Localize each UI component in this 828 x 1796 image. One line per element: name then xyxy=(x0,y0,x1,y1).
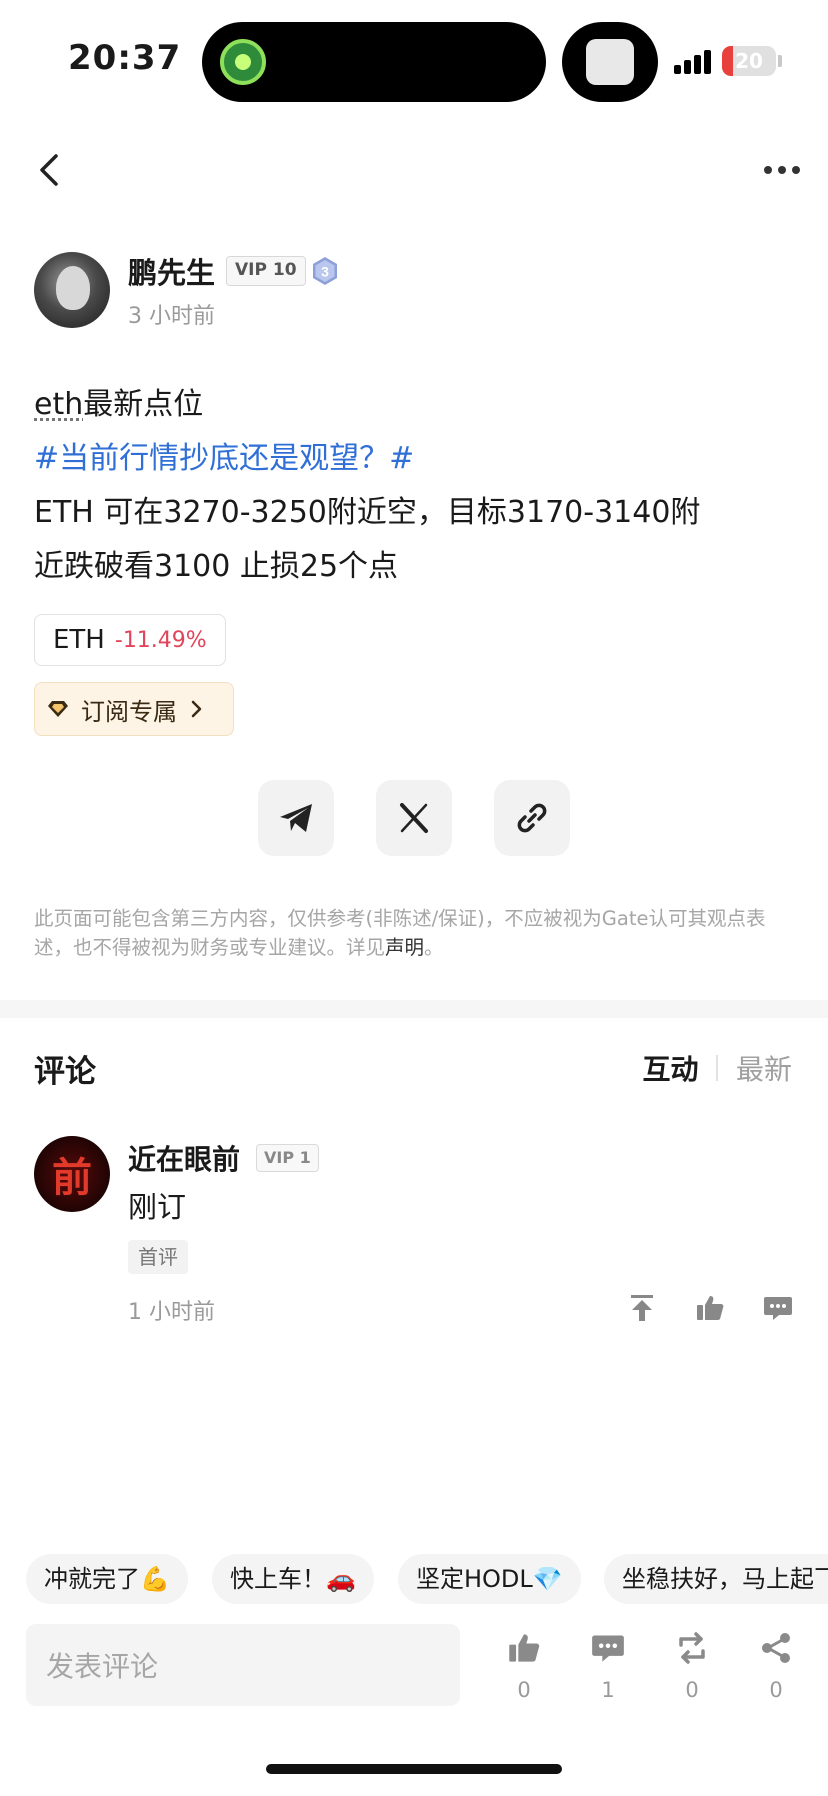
share-telegram-button[interactable] xyxy=(258,780,334,856)
quick-reply-chip[interactable]: 坐稳扶好，马上起飞 xyxy=(604,1554,828,1604)
like-count: 0 xyxy=(517,1678,531,1702)
commenter-vip-badge: VIP 1 xyxy=(256,1144,319,1172)
share-x-button[interactable] xyxy=(376,780,452,856)
comments-title: 评论 xyxy=(34,1054,96,1090)
diamond-icon xyxy=(48,701,68,717)
first-comment-tag: 首评 xyxy=(128,1240,188,1274)
tab-interactive[interactable]: 互动 xyxy=(642,1048,698,1088)
comment-text: 刚订 xyxy=(128,1190,187,1224)
repost-button[interactable]: 0 xyxy=(662,1630,722,1710)
repost-count: 0 xyxy=(685,1678,699,1702)
disclaimer: 此页面可能包含第三方内容，仅供参考(非陈述/保证)，不应被视为Gate认可其观点… xyxy=(34,904,796,962)
comments-button[interactable]: 1 xyxy=(578,1630,638,1710)
vip-badge: VIP 10 xyxy=(226,256,306,286)
pin-comment-button[interactable] xyxy=(624,1290,660,1326)
dynamic-island xyxy=(202,22,546,102)
comment-time: 1 小时前 xyxy=(128,1300,215,1325)
comment-sort-tabs: 互动 最新 xyxy=(642,1048,792,1088)
post-title-text: 最新点位 xyxy=(83,387,204,422)
more-dots-icon xyxy=(764,166,800,174)
share-button[interactable]: 0 xyxy=(746,1630,806,1710)
reply-bubble-icon xyxy=(764,1297,792,1320)
copy-link-button[interactable] xyxy=(494,780,570,856)
pin-top-icon xyxy=(631,1295,653,1321)
ticker-change: -11.49% xyxy=(114,627,207,653)
dynamic-island-secondary xyxy=(562,22,658,102)
thumbs-up-icon xyxy=(506,1630,542,1666)
repost-icon xyxy=(674,1630,710,1666)
tab-latest[interactable]: 最新 xyxy=(736,1048,792,1088)
chevron-right-icon xyxy=(191,700,202,718)
comment-reply-button[interactable] xyxy=(760,1290,796,1326)
section-divider xyxy=(0,1000,828,1018)
status-bar: 20:37 20 xyxy=(0,0,828,120)
battery-level: 20 xyxy=(735,49,763,73)
post-time: 3 小时前 xyxy=(128,304,215,329)
media-thumbnail-icon xyxy=(586,39,634,85)
quick-reply-row: 冲就完了💪 快上车！🚗 坚定HODL💎 坐稳扶好，马上起飞 xyxy=(26,1554,828,1604)
author-avatar[interactable] xyxy=(34,252,110,328)
comment-like-button[interactable] xyxy=(692,1290,728,1326)
tab-separator xyxy=(716,1055,718,1081)
commenter-name[interactable]: 近在眼前 xyxy=(128,1138,240,1178)
status-time: 20:37 xyxy=(68,38,182,78)
comment-bubble-icon xyxy=(590,1630,626,1666)
topic-hashtag[interactable]: #当前行情抄底还是观望？# xyxy=(34,432,794,486)
author-name[interactable]: 鹏先生 xyxy=(128,250,215,292)
telegram-icon xyxy=(280,804,312,832)
home-indicator[interactable] xyxy=(266,1764,562,1774)
share-icon xyxy=(758,1630,794,1666)
share-count: 0 xyxy=(769,1678,783,1702)
quick-reply-chip[interactable]: 冲就完了💪 xyxy=(26,1554,188,1604)
eth-mention-link[interactable]: eth xyxy=(34,387,83,422)
quick-reply-chip[interactable]: 坚定HODL💎 xyxy=(398,1554,581,1604)
commenter-avatar[interactable]: 前 xyxy=(34,1136,110,1212)
chevron-left-icon xyxy=(40,154,58,186)
level-number: 3 xyxy=(321,264,329,280)
subscribe-button[interactable]: 订阅专属 xyxy=(34,682,234,736)
disclaimer-link[interactable]: 声明 xyxy=(385,936,424,959)
activity-icon xyxy=(220,39,266,85)
more-button[interactable] xyxy=(760,158,804,182)
cellular-signal-icon xyxy=(674,48,714,74)
post-content: eth最新点位 #当前行情抄底还是观望？# ETH 可在3270-3250附近空… xyxy=(34,378,794,594)
disclaimer-end: 。 xyxy=(424,936,444,959)
thumbs-up-icon xyxy=(697,1296,724,1320)
link-icon xyxy=(517,803,547,833)
x-icon xyxy=(400,803,428,833)
subscribe-label: 订阅专属 xyxy=(81,697,177,726)
level-badge-icon: 3 xyxy=(310,256,340,286)
battery-icon: 20 xyxy=(722,46,776,76)
post-title: eth最新点位 xyxy=(34,378,794,432)
ticker-symbol: ETH xyxy=(53,625,105,655)
ticker-chip[interactable]: ETH -11.49% xyxy=(34,614,226,666)
post-line-2: 近跌破看3100 止损25个点 xyxy=(34,549,399,584)
back-button[interactable] xyxy=(30,150,70,190)
battery-nub xyxy=(778,55,782,67)
comment-input[interactable]: 发表评论 xyxy=(26,1624,460,1706)
like-button[interactable]: 0 xyxy=(494,1630,554,1710)
comment-count: 1 xyxy=(601,1678,615,1702)
quick-reply-chip[interactable]: 快上车！🚗 xyxy=(212,1554,374,1604)
post-line-1: ETH 可在3270-3250附近空，目标3170-3140附 xyxy=(34,495,701,530)
